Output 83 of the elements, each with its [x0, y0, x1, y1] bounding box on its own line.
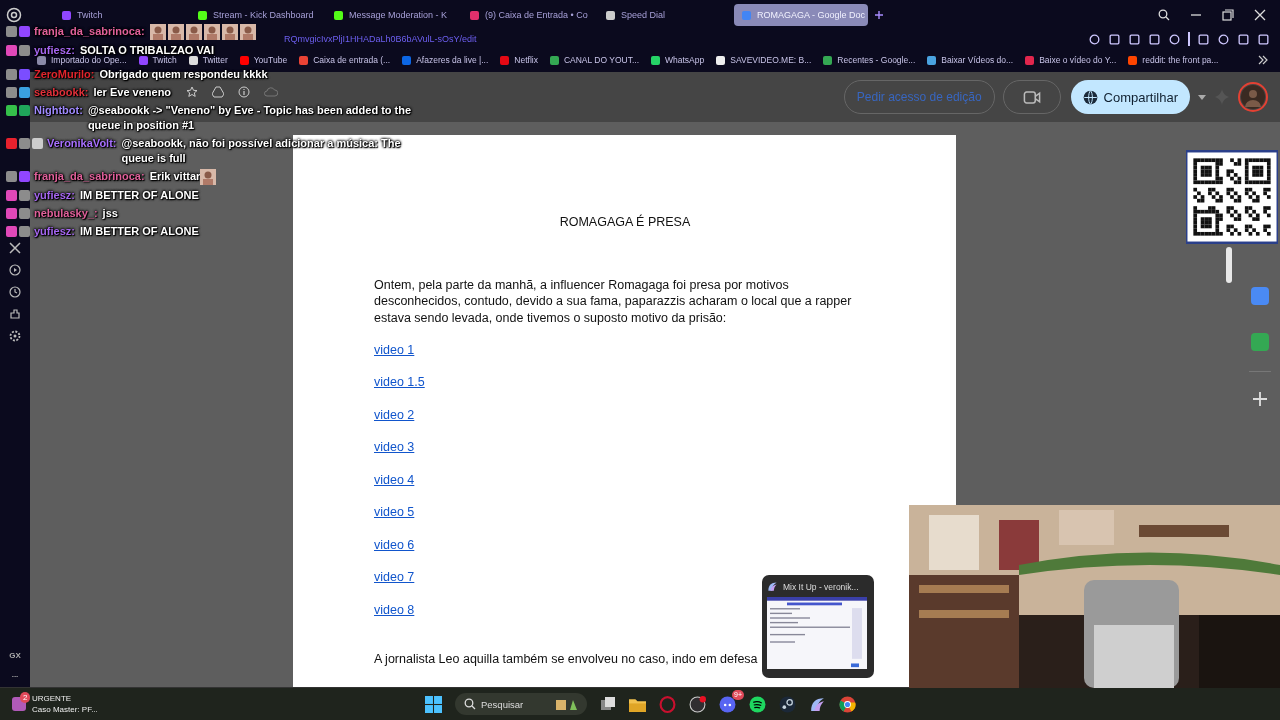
bookmark[interactable]: WhatsApp	[651, 55, 705, 65]
chrome-icon[interactable]	[839, 695, 856, 713]
bookmark[interactable]: reddit: the front pa...	[1128, 55, 1219, 65]
bookmark[interactable]: Baixar Vídeos do...	[927, 55, 1014, 65]
search-icon[interactable]	[1158, 9, 1170, 21]
restore-icon[interactable]	[1222, 9, 1234, 21]
play-circle-icon[interactable]	[9, 264, 21, 276]
mix-it-up-icon	[767, 581, 778, 592]
address-field[interactable]: RQmvgicIvxPljI1HHADaLh0B6bAVulL-sOsY/edit	[284, 34, 477, 44]
video-link[interactable]: video 2	[374, 407, 415, 422]
video-link[interactable]: video 8	[374, 602, 415, 617]
notification-text: Caso Master: PF...	[32, 704, 98, 715]
chat-message: @seabookk -> "Veneno" by Eve - Topic has been added to the queue in position #1	[87, 103, 413, 133]
video-link[interactable]: video 3	[374, 440, 415, 455]
bookmark[interactable]: Caixa de entrada (...	[299, 55, 391, 65]
opera-icon[interactable]	[659, 695, 676, 713]
bookmark[interactable]: CANAL DO YOUT...	[549, 55, 640, 65]
video-link[interactable]: video 4	[374, 472, 415, 487]
bookmark[interactable]: Netflix	[500, 55, 538, 65]
folder-icon[interactable]	[629, 696, 646, 712]
browser-tab[interactable]: Message Moderation - K	[326, 4, 460, 26]
scrollbar-thumb[interactable]	[1226, 247, 1232, 283]
bookmark[interactable]: Recentes - Google...	[823, 55, 916, 65]
task-view-icon[interactable]	[600, 696, 616, 712]
chat-message: Erik vittar	[149, 169, 201, 184]
discord-icon[interactable]	[719, 695, 736, 713]
chat-username[interactable]: yufiesz:	[34, 43, 75, 58]
cloud-icon	[264, 87, 278, 97]
bookmark[interactable]: Twitch	[138, 55, 177, 65]
spotify-icon[interactable]	[749, 695, 766, 713]
sidebar-item[interactable]: GX	[9, 651, 21, 660]
bookmark[interactable]: YouTube	[239, 55, 288, 65]
search-field[interactable]: Pesquisar	[455, 693, 587, 715]
bookmark[interactable]: Twitter	[188, 55, 228, 65]
new-tab-icon[interactable]	[874, 10, 884, 20]
qr-code-icon	[1186, 150, 1278, 244]
browser-tab[interactable]: (9) Caixa de Entrada • Co	[462, 4, 596, 26]
video-link[interactable]: video 1	[374, 342, 415, 357]
chat-message: IM BETTER OF ALONE	[79, 224, 199, 239]
paragraph: Ontem, pela parte da manhã, a influencer Romagaga foi presa por motivos desconhecidos, contudo, devido a sua fama, paparazzis acharam o local que a rapper estava sendo levada, onde tivemos o suposto motivo da prisão:	[374, 277, 853, 326]
bookmark[interactable]: Importado do Ope...	[37, 55, 127, 65]
preview-title: Mix It Up - veronik...	[783, 581, 859, 592]
chat-message: Obrigado quem respondeu kkkk	[99, 67, 268, 82]
star-icon[interactable]	[186, 86, 198, 98]
search-icon	[464, 698, 476, 710]
bookmark[interactable]: Baixe o vídeo do Y...	[1025, 55, 1117, 65]
chat-message: jss	[102, 206, 118, 221]
chat-message: ler Eve veneno	[93, 85, 172, 100]
close-icon[interactable]	[1254, 9, 1266, 21]
caret-icon[interactable]	[1198, 94, 1206, 100]
browser-tab[interactable]: Twitch	[54, 4, 188, 26]
start-icon[interactable]	[425, 695, 442, 713]
opera-gx-icon[interactable]	[6, 7, 22, 23]
clock-icon[interactable]	[9, 286, 21, 298]
info-icon[interactable]	[238, 86, 250, 98]
bookmark[interactable]: Afazeres da live |...	[402, 55, 489, 65]
notification-title: URGENTE	[32, 693, 73, 704]
document-heading: ROMAGAGA É PRESA	[558, 215, 692, 229]
video-link[interactable]: video 7	[374, 570, 415, 585]
notification-badge: 2	[20, 691, 31, 703]
chat-message: IM BETTER OF ALONE	[79, 188, 199, 203]
video-link[interactable]: video 6	[374, 537, 415, 552]
browser-tab[interactable]: Stream - Kick Dashboard	[190, 4, 324, 26]
mix-it-up-icon[interactable]	[809, 695, 826, 713]
bookmark[interactable]: SAVEVIDEO.ME: B...	[716, 55, 812, 65]
globe-icon	[1082, 89, 1098, 105]
add-icon[interactable]	[1253, 392, 1267, 406]
notification[interactable]: 2 URGENTE Caso Master: PF...	[0, 688, 102, 720]
paragraph: A jornalista Leo aquilla também se envolveu no caso, indo em defesa	[374, 652, 758, 667]
steam-icon[interactable]	[779, 695, 796, 713]
chat-username[interactable]: franja_da_sabrinoca:	[34, 24, 145, 39]
settings-icon[interactable]	[9, 330, 21, 342]
window-preview[interactable]: Mix It Up - veronik...	[762, 575, 874, 678]
avatar[interactable]	[1238, 82, 1268, 112]
browser-tab[interactable]: Speed Dial	[598, 4, 732, 26]
video-camera-icon	[1022, 90, 1041, 104]
chat-message: SOLTA O TRIBALZAO VAI	[79, 43, 214, 56]
obs-icon[interactable]	[689, 695, 706, 713]
video-link[interactable]: video 1.5	[374, 375, 425, 390]
sidebar-item[interactable]: ...	[11, 670, 19, 679]
video-link[interactable]: video 5	[374, 505, 415, 520]
share-button[interactable]: Compartilhar	[1070, 80, 1190, 114]
x-icon[interactable]	[9, 242, 21, 254]
